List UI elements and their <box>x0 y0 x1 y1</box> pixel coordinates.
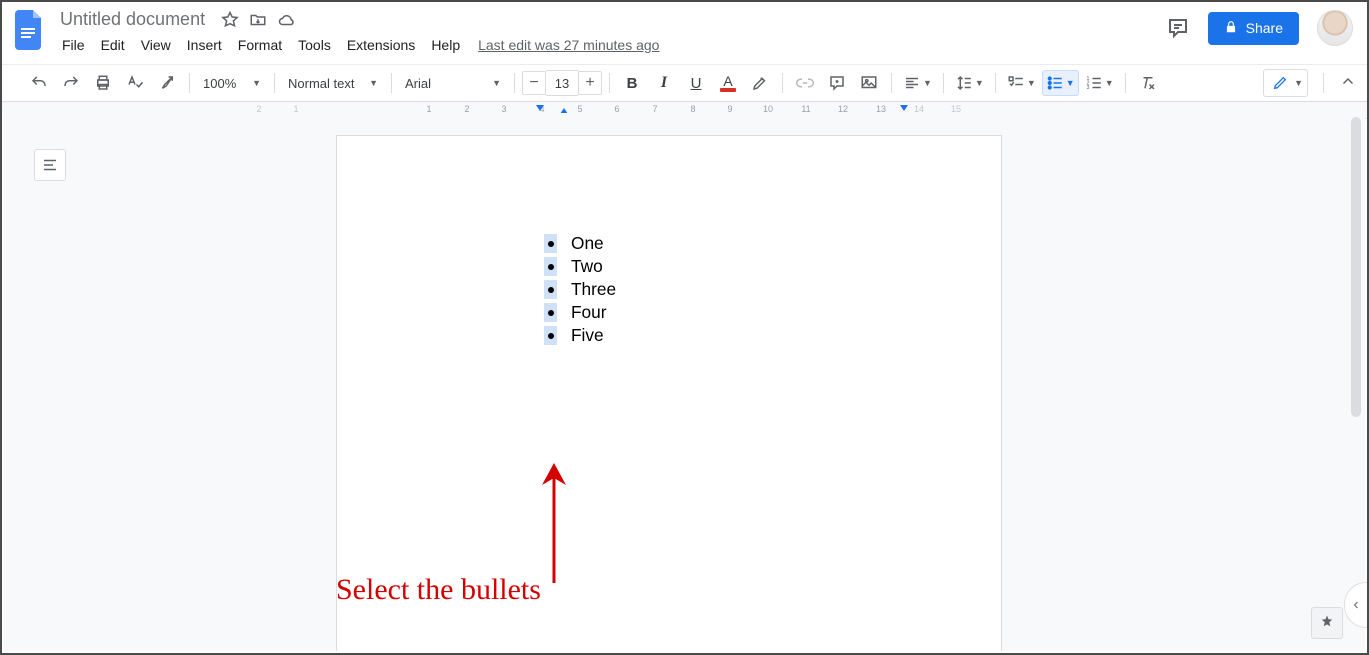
menu-extensions[interactable]: Extensions <box>339 33 423 57</box>
font-family-value: Arial <box>405 76 431 91</box>
paragraph-style-dropdown[interactable]: Normal text ▼ <box>282 70 384 96</box>
list-item[interactable]: One <box>544 232 616 255</box>
separator <box>1125 73 1126 93</box>
insert-image-button[interactable] <box>854 70 884 96</box>
line-spacing-dropdown[interactable]: ▼ <box>951 70 988 96</box>
svg-text:3: 3 <box>1086 85 1089 91</box>
font-size-decrease[interactable]: − <box>522 71 546 95</box>
docs-logo-icon[interactable] <box>10 10 50 50</box>
separator <box>1323 73 1324 93</box>
titlebar: Untitled document File Edit View Insert … <box>2 2 1367 64</box>
avatar[interactable] <box>1317 10 1353 46</box>
bullet-selection[interactable] <box>544 234 557 253</box>
editing-mode-dropdown[interactable]: ▼ <box>1263 69 1308 97</box>
undo-button[interactable] <box>24 70 54 96</box>
first-line-indent-marker[interactable] <box>536 105 544 111</box>
chevron-down-icon: ▼ <box>369 78 378 88</box>
right-indent-marker[interactable] <box>900 105 908 111</box>
bullet-icon <box>548 241 554 247</box>
numbered-list-dropdown[interactable]: 123▼ <box>1081 70 1118 96</box>
checklist-dropdown[interactable]: ▼ <box>1003 70 1040 96</box>
bullet-selection[interactable] <box>544 303 557 322</box>
insert-link-button[interactable] <box>790 70 820 96</box>
paint-format-button[interactable] <box>152 70 182 96</box>
bullet-icon <box>548 333 554 339</box>
toolbar: 100% ▼ Normal text ▼ Arial ▼ − + B I U A <box>2 64 1367 102</box>
list-item-text[interactable]: Three <box>571 279 616 300</box>
clear-formatting-button[interactable] <box>1133 70 1163 96</box>
separator <box>274 73 275 93</box>
separator <box>995 73 996 93</box>
list-item-text[interactable]: Five <box>571 325 604 346</box>
show-outline-button[interactable] <box>34 149 66 181</box>
separator <box>782 73 783 93</box>
separator <box>189 73 190 93</box>
list-item-text[interactable]: Two <box>571 256 603 277</box>
list-item[interactable]: Five <box>544 324 616 347</box>
doc-title[interactable]: Untitled document <box>54 8 211 31</box>
annotation-text: Select the bullets <box>336 573 541 607</box>
menu-file[interactable]: File <box>54 33 93 57</box>
bulleted-list-dropdown[interactable]: ▼ <box>1042 70 1079 96</box>
collapse-toolbar-icon[interactable] <box>1339 73 1357 94</box>
menubar: File Edit View Insert Format Tools Exten… <box>54 33 659 57</box>
chevron-down-icon: ▼ <box>252 78 261 88</box>
separator <box>943 73 944 93</box>
bullet-icon <box>548 264 554 270</box>
highlight-color-button[interactable] <box>745 70 775 96</box>
text-color-button[interactable]: A <box>713 70 743 96</box>
menu-tools[interactable]: Tools <box>290 33 339 57</box>
chevron-down-icon: ▼ <box>1294 78 1303 88</box>
document-canvas[interactable]: OneTwoThreeFourFive Select the bullets <box>4 113 1365 651</box>
app-frame: Untitled document File Edit View Insert … <box>0 0 1369 655</box>
menu-edit[interactable]: Edit <box>93 33 133 57</box>
explore-button[interactable] <box>1311 607 1343 639</box>
comments-icon[interactable] <box>1166 16 1190 40</box>
bullet-icon <box>548 310 554 316</box>
scrollbar-thumb[interactable] <box>1351 117 1361 417</box>
move-icon[interactable] <box>249 11 267 29</box>
font-size-input[interactable] <box>546 70 578 96</box>
bold-button[interactable]: B <box>617 70 647 96</box>
list-item[interactable]: Two <box>544 255 616 278</box>
share-button[interactable]: Share <box>1208 12 1299 45</box>
paragraph-style-value: Normal text <box>288 76 354 91</box>
font-size-increase[interactable]: + <box>578 71 602 95</box>
zoom-value: 100% <box>203 76 236 91</box>
underline-button[interactable]: U <box>681 70 711 96</box>
list-item-text[interactable]: One <box>571 233 604 254</box>
menu-view[interactable]: View <box>133 33 179 57</box>
chevron-down-icon: ▼ <box>492 78 501 88</box>
list-item[interactable]: Four <box>544 301 616 324</box>
menu-help[interactable]: Help <box>423 33 468 57</box>
list-item-text[interactable]: Four <box>571 302 607 323</box>
align-dropdown[interactable]: ▼ <box>899 70 936 96</box>
italic-button[interactable]: I <box>649 70 679 96</box>
bullet-selection[interactable] <box>544 326 557 345</box>
menu-format[interactable]: Format <box>230 33 290 57</box>
share-label: Share <box>1246 20 1283 36</box>
last-edit-link[interactable]: Last edit was 27 minutes ago <box>478 37 659 53</box>
bullet-icon <box>548 287 554 293</box>
star-icon[interactable] <box>221 11 239 29</box>
vertical-scrollbar[interactable] <box>1349 113 1363 641</box>
list-item[interactable]: Three <box>544 278 616 301</box>
separator <box>609 73 610 93</box>
font-size-group: − + <box>522 70 602 96</box>
spellcheck-button[interactable] <box>120 70 150 96</box>
document-content[interactable]: OneTwoThreeFourFive <box>544 232 616 347</box>
lock-icon <box>1224 20 1238 37</box>
redo-button[interactable] <box>56 70 86 96</box>
separator <box>391 73 392 93</box>
add-comment-button[interactable] <box>822 70 852 96</box>
zoom-dropdown[interactable]: 100% ▼ <box>197 70 267 96</box>
font-family-dropdown[interactable]: Arial ▼ <box>399 70 507 96</box>
bullet-selection[interactable] <box>544 280 557 299</box>
separator <box>514 73 515 93</box>
separator <box>891 73 892 93</box>
cloud-status-icon[interactable] <box>277 11 297 29</box>
print-button[interactable] <box>88 70 118 96</box>
bullet-selection[interactable] <box>544 257 557 276</box>
menu-insert[interactable]: Insert <box>179 33 230 57</box>
